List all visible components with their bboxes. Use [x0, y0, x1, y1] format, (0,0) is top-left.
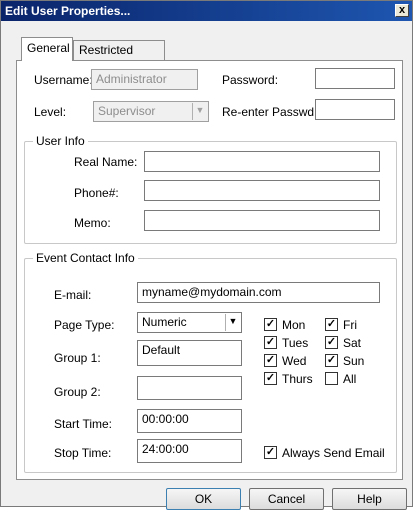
level-value: Supervisor	[98, 104, 156, 118]
sat-checkbox[interactable]: ✓	[325, 336, 338, 349]
user-info-group: User Info Real Name: Phone#: Memo:	[24, 134, 397, 244]
password-field[interactable]	[315, 68, 395, 89]
user-info-title: User Info	[33, 134, 88, 148]
memo-label: Memo:	[74, 216, 111, 230]
group1-field[interactable]: Default	[137, 340, 242, 366]
fri-label: Fri	[343, 318, 357, 332]
cancel-button[interactable]: Cancel	[249, 488, 324, 510]
reenter-password-field[interactable]	[315, 99, 395, 120]
sun-label: Sun	[343, 354, 365, 368]
general-tab-panel: Username: Administrator Password: Level:…	[16, 60, 403, 480]
level-select: Supervisor ▼	[93, 101, 209, 122]
email-field[interactable]: myname@mydomain.com	[137, 282, 380, 303]
memo-field[interactable]	[144, 210, 380, 231]
sat-label: Sat	[343, 336, 362, 350]
level-label: Level:	[34, 105, 67, 119]
page-type-value: Numeric	[142, 315, 187, 329]
reenter-password-label: Re-enter Passwd:	[222, 105, 318, 119]
phone-field[interactable]	[144, 180, 380, 201]
username-field: Administrator	[91, 69, 198, 90]
wed-checkbox[interactable]: ✓	[264, 354, 277, 367]
start-time-label: Start Time:	[54, 417, 113, 431]
fri-checkbox[interactable]: ✓	[325, 318, 338, 331]
tab-restricted-view[interactable]: Restricted View	[73, 40, 165, 76]
chevron-down-icon: ▼	[225, 314, 240, 331]
ok-button[interactable]: OK	[166, 488, 241, 510]
event-contact-group: Event Contact Info E-mail: myname@mydoma…	[24, 251, 397, 473]
close-icon: x	[398, 4, 406, 16]
group1-label: Group 1:	[54, 351, 101, 365]
event-contact-title: Event Contact Info	[33, 251, 138, 265]
wed-label: Wed	[282, 354, 307, 368]
tab-general[interactable]: General	[21, 37, 73, 61]
always-send-email-label: Always Send Email	[282, 446, 385, 460]
all-checkbox[interactable]	[325, 372, 338, 385]
mon-checkbox[interactable]: ✓	[264, 318, 277, 331]
title-bar[interactable]: Edit User Properties... x	[1, 1, 412, 21]
close-button[interactable]: x	[395, 4, 409, 17]
help-button[interactable]: Help	[332, 488, 407, 510]
thurs-label: Thurs	[282, 372, 313, 386]
phone-label: Phone#:	[74, 186, 119, 200]
always-send-email-checkbox[interactable]: ✓	[264, 446, 277, 459]
username-label: Username:	[34, 73, 93, 87]
all-label: All	[343, 372, 357, 386]
tab-general-label: General	[27, 41, 70, 55]
window-title: Edit User Properties...	[5, 4, 131, 18]
thurs-checkbox[interactable]: ✓	[264, 372, 277, 385]
tues-checkbox[interactable]: ✓	[264, 336, 277, 349]
chevron-down-icon: ▼	[192, 103, 207, 120]
group2-label: Group 2:	[54, 385, 101, 399]
stop-time-field[interactable]: 24:00:00	[137, 439, 242, 463]
real-name-label: Real Name:	[74, 155, 138, 169]
sun-checkbox[interactable]: ✓	[325, 354, 338, 367]
password-label: Password:	[222, 73, 279, 87]
tues-label: Tues	[282, 336, 309, 350]
real-name-field[interactable]	[144, 151, 380, 172]
page-type-select[interactable]: Numeric ▼	[137, 312, 242, 333]
group2-field[interactable]	[137, 376, 242, 400]
page-type-label: Page Type:	[54, 318, 115, 332]
mon-label: Mon	[282, 318, 306, 332]
stop-time-label: Stop Time:	[54, 446, 112, 460]
start-time-field[interactable]: 00:00:00	[137, 409, 242, 433]
email-label: E-mail:	[54, 288, 92, 302]
edit-user-dialog: Edit User Properties... x General Restri…	[0, 0, 413, 510]
